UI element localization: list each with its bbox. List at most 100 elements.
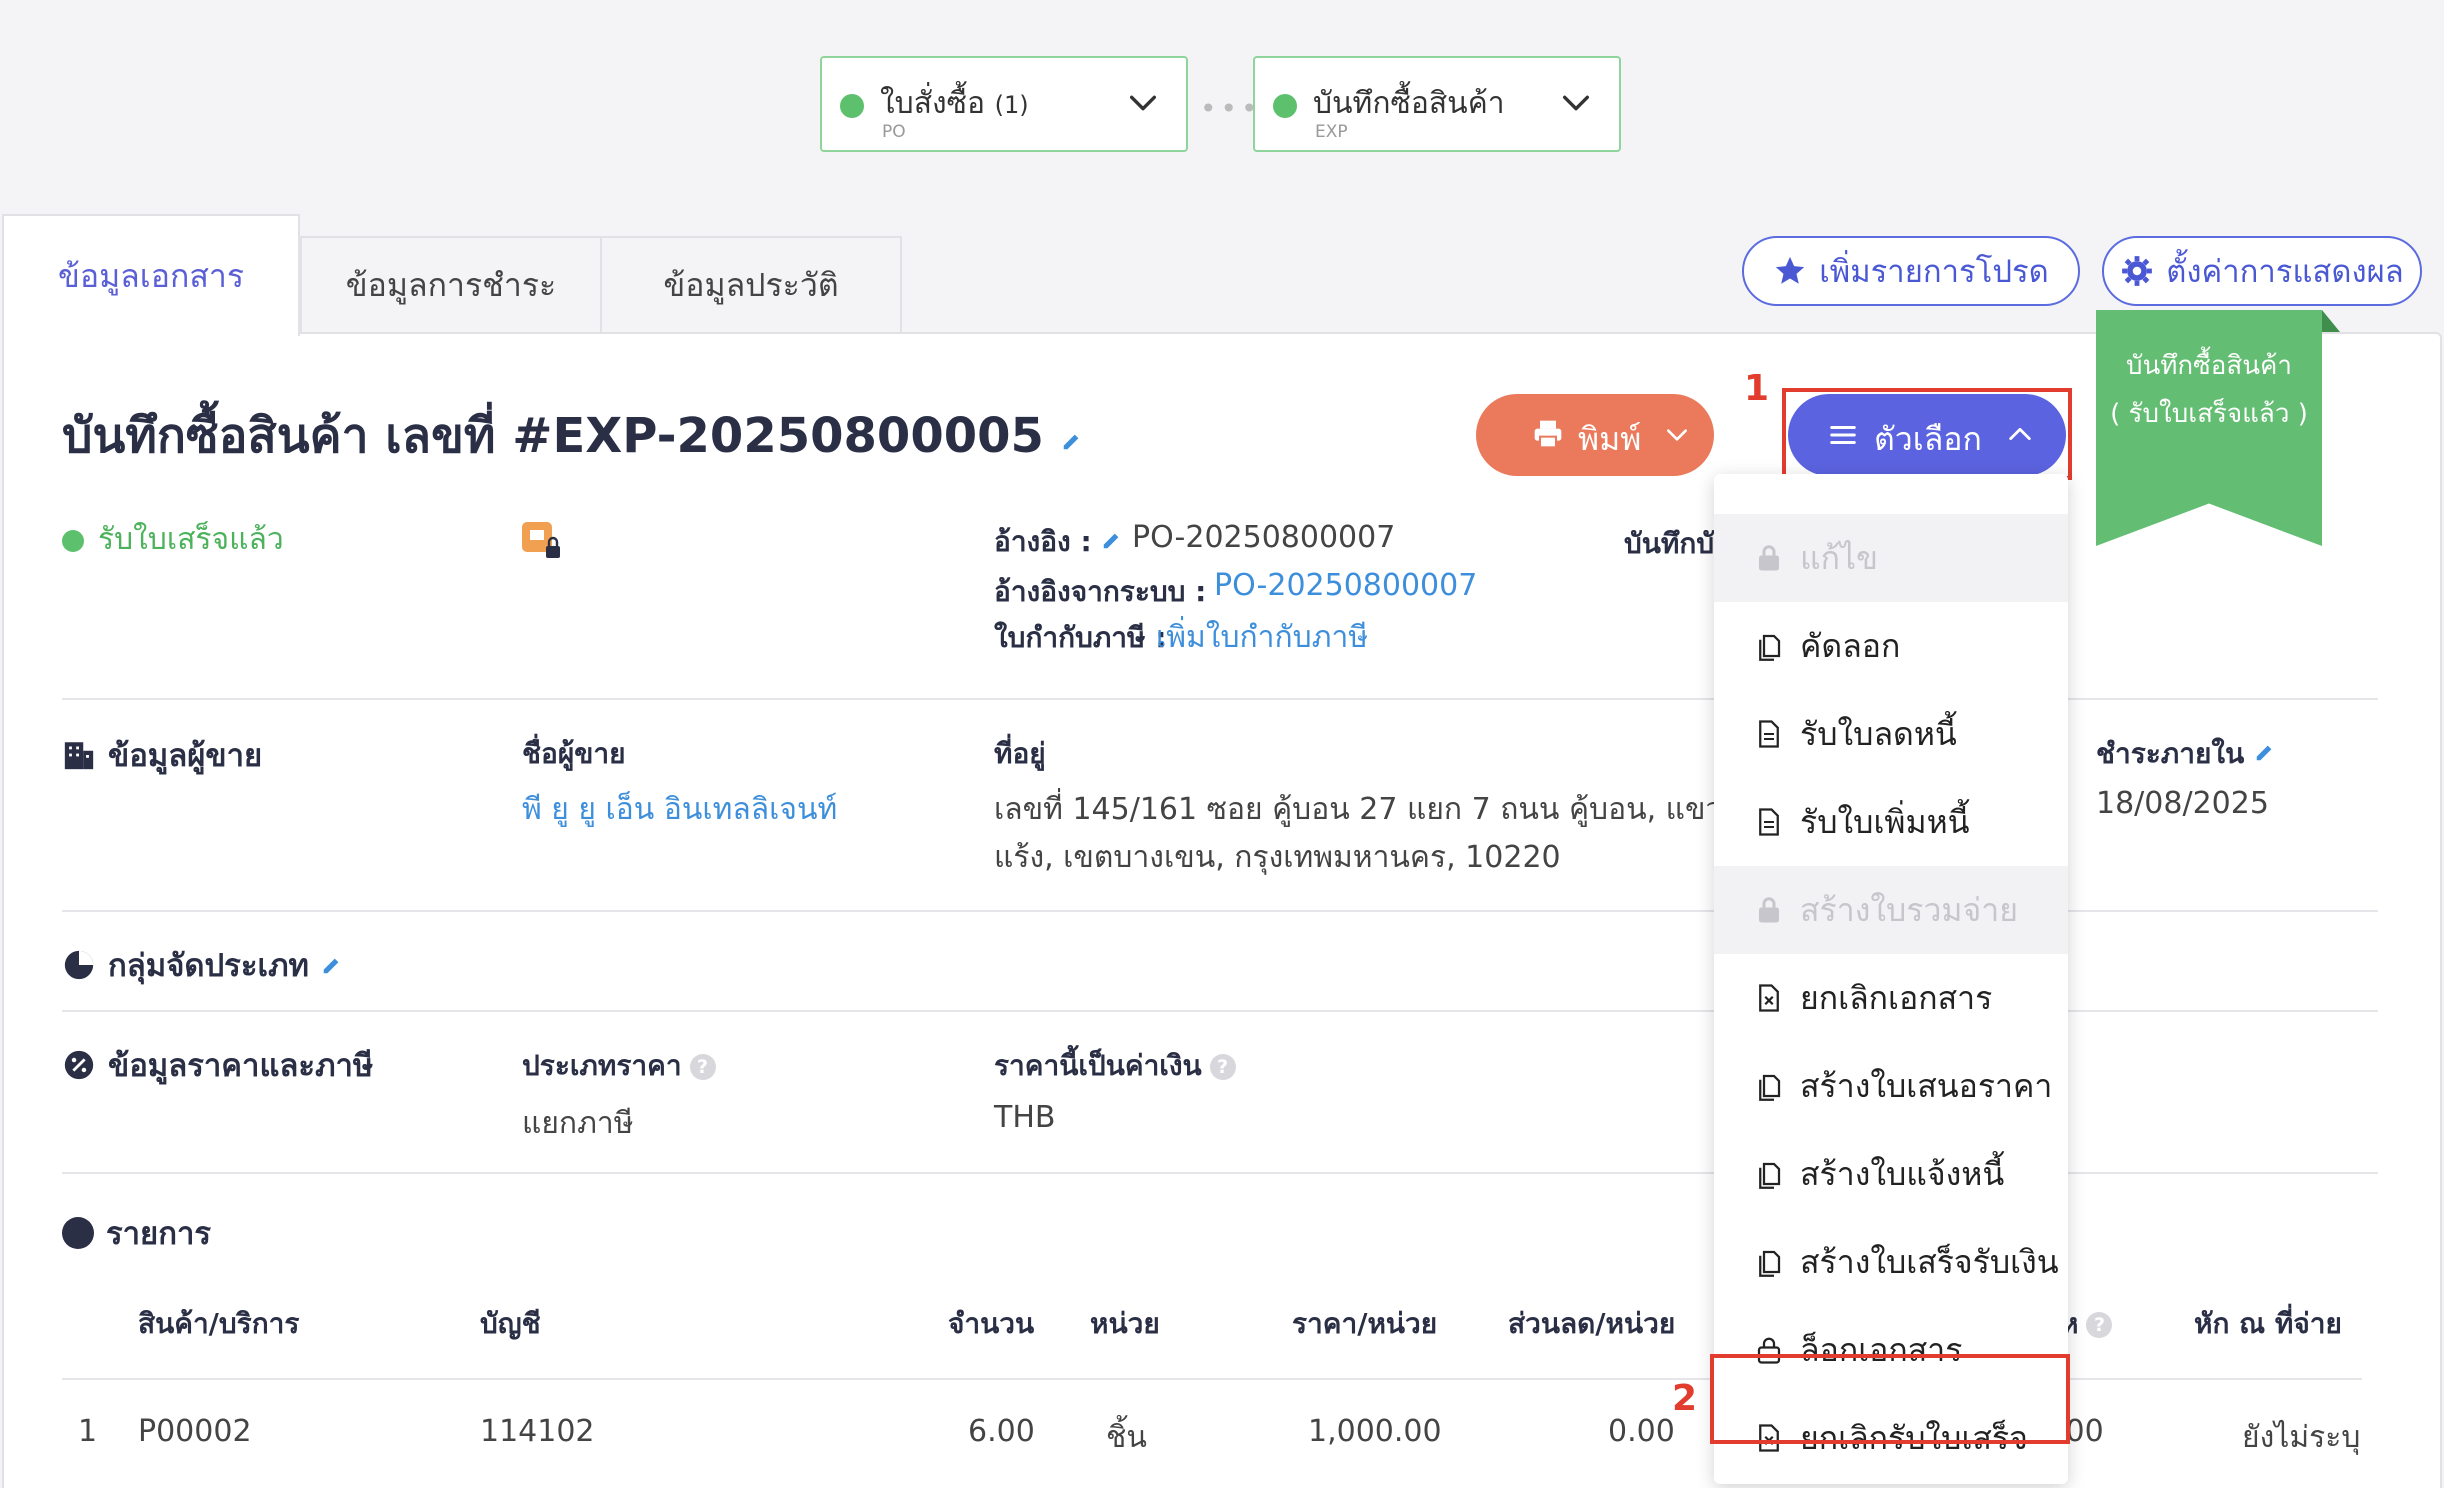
status-badge: รับใบเสร็จแล้ว xyxy=(62,516,284,563)
system-reference-link[interactable]: PO-20250800007 xyxy=(1214,568,1477,603)
display-settings-label: ตั้งค่าการแสดงผล xyxy=(2166,254,2404,290)
address-line-1: เลขที่ 145/161 ซอย คู้บอน 27 แยก 7 ถนน ค… xyxy=(994,792,1757,827)
chevron-down-icon[interactable] xyxy=(1559,86,1593,120)
menu-item-copy[interactable]: คัดลอก xyxy=(1714,602,2068,690)
menu-item-cancel-document[interactable]: ยกเลิกเอกสาร xyxy=(1714,954,2068,1042)
flow-step-label: ใบสั่งซื้อ xyxy=(880,86,986,121)
system-reference-label: อ้างอิงจากระบบ : xyxy=(994,575,1207,608)
address-line-2: แร้ง, เขตบางเขน, กรุงเทพมหานคร, 10220 xyxy=(994,840,1561,875)
menu-item-combined-payment: สร้างใบรวมจ่าย xyxy=(1714,866,2068,954)
highlight-box-options xyxy=(1782,388,2072,480)
product-link[interactable]: P00002 xyxy=(138,1414,252,1449)
ribbon-fold xyxy=(2322,310,2340,332)
add-favorite-button[interactable]: เพิ่มรายการโปรด xyxy=(1742,236,2080,306)
options-dropdown-menu: แก้ไข คัดลอก รับใบลดหนี้ รับใบเพิ่มหนี้ … xyxy=(1714,474,2068,1484)
column-header: ราคา/หน่วย xyxy=(1292,1307,1438,1340)
column-header: ส่วนลด/หน่วย xyxy=(1508,1307,1676,1340)
edit-pencil-icon[interactable] xyxy=(321,954,343,976)
reference-value: PO-20250800007 xyxy=(1132,520,1396,555)
tax-invoice-label: ใบกำกับภาษี : xyxy=(994,621,1167,654)
menu-item-credit-note[interactable]: รับใบลดหนี้ xyxy=(1714,690,2068,778)
account-cell: 114102 xyxy=(480,1414,595,1449)
menu-item-create-quotation[interactable]: สร้างใบเสนอราคา xyxy=(1714,1042,2068,1130)
withholding-cell: ยังไม่ระบุ xyxy=(2242,1420,2361,1455)
print-button[interactable]: พิมพ์ xyxy=(1476,394,1714,476)
tab-document-info[interactable]: ข้อมูลเอกสาร xyxy=(2,214,300,336)
due-label: ชำระภายใน xyxy=(2096,732,2276,776)
help-icon[interactable]: ? xyxy=(689,1054,716,1080)
edit-pencil-icon[interactable] xyxy=(2254,741,2276,763)
price-type-label-text: ประเภทราคา xyxy=(522,1049,682,1082)
menu-item-label: คัดลอก xyxy=(1800,626,1901,665)
currency-label-text: ราคานี้เป็นค่าเงิน xyxy=(994,1049,1202,1082)
pie-chart-icon xyxy=(64,950,94,980)
unit-price-cell: 1,000.00 xyxy=(1308,1414,1442,1449)
step-marker-2: 2 xyxy=(1672,1378,1698,1419)
chevron-down-icon[interactable] xyxy=(1126,86,1160,120)
gear-icon xyxy=(2122,256,2153,286)
printer-icon xyxy=(1534,420,1562,449)
column-header: หัก ณ ที่จ่าย xyxy=(2194,1307,2342,1340)
flow-step-exp[interactable]: บันทึกซื้อสินค้า EXP xyxy=(1253,56,1621,152)
column-header: จำนวน xyxy=(948,1307,1035,1340)
help-icon[interactable]: ? xyxy=(2086,1312,2113,1338)
lock-icon xyxy=(1759,545,1779,571)
currency-label: ราคานี้เป็นค่าเงิน? xyxy=(994,1044,1236,1088)
items-section-title: รายการ xyxy=(62,1208,211,1258)
flow-step-code: EXP xyxy=(1315,122,1348,142)
chevron-down-icon[interactable] xyxy=(1664,422,1690,448)
category-section-label: กลุ่มจัดประเภท xyxy=(108,948,309,984)
flow-step-code: PO xyxy=(882,122,906,142)
due-label-text: ชำระภายใน xyxy=(2096,737,2245,770)
edit-pencil-icon[interactable] xyxy=(1061,430,1083,452)
vendor-name-label: ชื่อผู้ขาย xyxy=(522,737,626,770)
menu-item-label: สร้างใบเสนอราคา xyxy=(1800,1066,2053,1105)
help-icon[interactable]: ? xyxy=(1209,1054,1236,1080)
menu-item-label: ยกเลิกเอกสาร xyxy=(1800,978,1993,1017)
menu-item-label: รับใบลดหนี้ xyxy=(1800,714,1957,753)
menu-item-label: รับใบเพิ่มหนี้ xyxy=(1800,802,1970,841)
menu-item-label: สร้างใบรวมจ่าย xyxy=(1800,890,2018,929)
discount-cell: 0.00 xyxy=(1608,1414,1675,1449)
percent-badge-icon xyxy=(64,1050,94,1080)
copy-icon xyxy=(1759,1250,1781,1277)
vendor-name-link[interactable]: พี ยู ยู เอ็น อินเทลลิเจนท์ xyxy=(522,786,837,833)
add-tax-invoice-link[interactable]: เพิ่มใบกำกับภาษี xyxy=(1156,614,1368,661)
pricing-section-title: ข้อมูลราคาและภาษี xyxy=(62,1040,373,1090)
step-marker-1: 1 xyxy=(1744,368,1770,409)
column-header: สินค้า/บริการ xyxy=(138,1307,300,1340)
flow-step-label: บันทึกซื้อสินค้า xyxy=(1313,86,1505,121)
status-dot xyxy=(62,529,84,552)
copy-icon xyxy=(1759,634,1781,661)
section-dot-icon xyxy=(62,1217,94,1249)
status-dot xyxy=(1273,94,1297,118)
add-favorite-label: เพิ่มรายการโปรด xyxy=(1819,254,2049,290)
menu-item-debit-note[interactable]: รับใบเพิ่มหนี้ xyxy=(1714,778,2068,866)
status-dot xyxy=(840,94,864,118)
star-icon xyxy=(1776,256,1805,284)
highlight-box-cancel-receipt xyxy=(1710,1354,2070,1444)
menu-item-label: สร้างใบเสร็จรับเงิน xyxy=(1800,1242,2059,1281)
document-icon xyxy=(1759,808,1779,836)
menu-item-edit: แก้ไข xyxy=(1714,514,2068,602)
flow-step-po[interactable]: ใบสั่งซื้อ (1) PO xyxy=(820,56,1188,152)
vendor-section-label: ข้อมูลผู้ขาย xyxy=(108,738,263,774)
display-settings-button[interactable]: ตั้งค่าการแสดงผล xyxy=(2102,236,2422,306)
menu-item-create-invoice[interactable]: สร้างใบแจ้งหนี้ xyxy=(1714,1130,2068,1218)
document-icon xyxy=(1759,720,1779,748)
column-header: บัญชี xyxy=(480,1307,541,1340)
copy-icon xyxy=(1759,1074,1781,1101)
due-date-value: 18/08/2025 xyxy=(2096,786,2269,821)
tab-payment-info[interactable]: ข้อมูลการชำระ xyxy=(300,236,602,334)
unit-cell: ชิ้น xyxy=(1106,1420,1147,1455)
column-header: หน่วย xyxy=(1090,1307,1160,1340)
menu-item-create-receipt[interactable]: สร้างใบเสร็จรับเงิน xyxy=(1714,1218,2068,1306)
price-type-value: แยกภาษี xyxy=(522,1106,634,1141)
items-section-label: รายการ xyxy=(106,1216,212,1252)
pricing-section-label: ข้อมูลราคาและภาษี xyxy=(108,1048,374,1084)
currency-value: THB xyxy=(994,1100,1056,1135)
tab-history-info[interactable]: ข้อมูลประวัติ xyxy=(600,236,902,334)
price-type-label: ประเภทราคา? xyxy=(522,1044,716,1088)
edit-pencil-icon[interactable] xyxy=(1101,529,1123,551)
category-section-title: กลุ่มจัดประเภท xyxy=(62,940,343,990)
